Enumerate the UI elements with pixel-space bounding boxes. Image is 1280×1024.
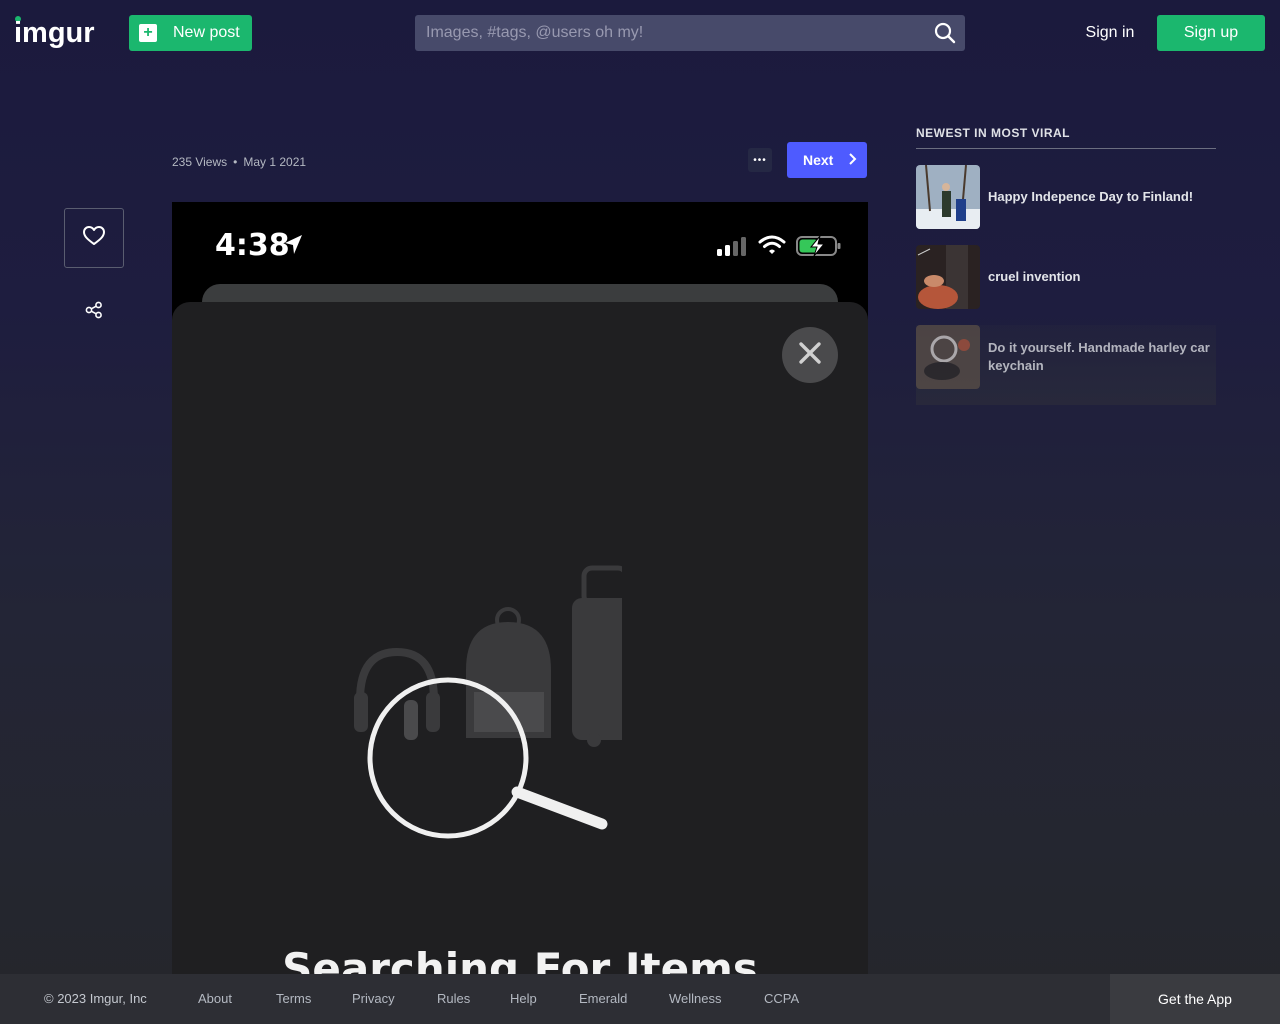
search-input[interactable] (415, 15, 925, 51)
footer-link-rules[interactable]: Rules (437, 991, 470, 1006)
search-icon[interactable] (925, 15, 965, 51)
footer-link-emerald[interactable]: Emerald (579, 991, 627, 1006)
heart-icon (83, 225, 105, 251)
viral-post-title: cruel invention (988, 269, 1081, 284)
sign-in-button[interactable]: Sign in (1078, 15, 1142, 51)
searching-heading: Searching For Items (282, 944, 758, 974)
post-thumbnail (916, 325, 980, 389)
footer-link-privacy[interactable]: Privacy (352, 991, 395, 1006)
wifi-icon (758, 235, 786, 260)
copyright: © 2023 Imgur, Inc (44, 991, 147, 1006)
footer-link-help[interactable]: Help (510, 991, 537, 1006)
top-header: imgur + New post Sign in Sign up (0, 0, 1280, 66)
items-illustration (352, 560, 672, 850)
get-the-app-button[interactable]: Get the App (1110, 974, 1280, 1024)
share-icon (85, 301, 103, 324)
post-date: May 1 2021 (243, 155, 307, 169)
close-button[interactable] (782, 327, 838, 383)
post-image[interactable]: 4:38 Searching For Items (172, 202, 868, 974)
post-thumbnail (916, 165, 980, 229)
new-post-label: New post (173, 24, 240, 41)
sign-up-button[interactable]: Sign up (1157, 15, 1265, 51)
viral-post-item[interactable]: Happy Indepence Day to Finland! (916, 165, 1216, 229)
next-label: Next (803, 152, 834, 168)
footer-link-about[interactable]: About (198, 991, 232, 1006)
footer: © 2023 Imgur, Inc About Terms Privacy Ru… (0, 974, 1280, 1024)
view-count: 235 Views (172, 155, 228, 169)
new-post-button[interactable]: + New post (129, 15, 252, 51)
suitcase-icon (572, 565, 672, 747)
imgur-logo[interactable]: imgur (14, 14, 110, 50)
favorite-button[interactable] (64, 208, 124, 268)
chevron-right-icon (849, 152, 857, 168)
signal-icon (717, 236, 749, 261)
sidebar-heading: NEWEST IN MOST VIRAL (916, 126, 1216, 149)
next-post-button[interactable]: Next (787, 142, 867, 178)
backpack-icon (466, 607, 551, 738)
viral-post-title: Do it yourself. Handmade harley car keyc… (988, 340, 1210, 373)
more-dots-icon: ••• (753, 154, 767, 166)
post-meta: 235 Views • May 1 2021 (172, 155, 306, 169)
location-arrow-icon (284, 234, 304, 261)
more-options-button[interactable]: ••• (748, 148, 772, 172)
post-thumbnail (916, 245, 980, 309)
footer-link-terms[interactable]: Terms (276, 991, 311, 1006)
logo-wordmark: imgur (14, 17, 95, 49)
status-time: 4:38 (215, 228, 290, 263)
footer-link-ccpa[interactable]: CCPA (764, 991, 799, 1006)
viral-post-item[interactable]: cruel invention (916, 245, 1216, 309)
share-button[interactable] (80, 298, 108, 326)
search-bar (415, 15, 965, 51)
viral-post-title: Happy Indepence Day to Finland! (988, 189, 1194, 204)
phone-status-bar: 4:38 (172, 202, 868, 286)
battery-charging-icon (796, 234, 842, 263)
close-icon (798, 341, 822, 370)
plus-icon: + (139, 24, 157, 42)
viral-post-item[interactable]: Do it yourself. Handmade harley car keyc… (916, 325, 1216, 389)
footer-link-wellness[interactable]: Wellness (669, 991, 722, 1006)
meta-separator: • (233, 155, 238, 169)
